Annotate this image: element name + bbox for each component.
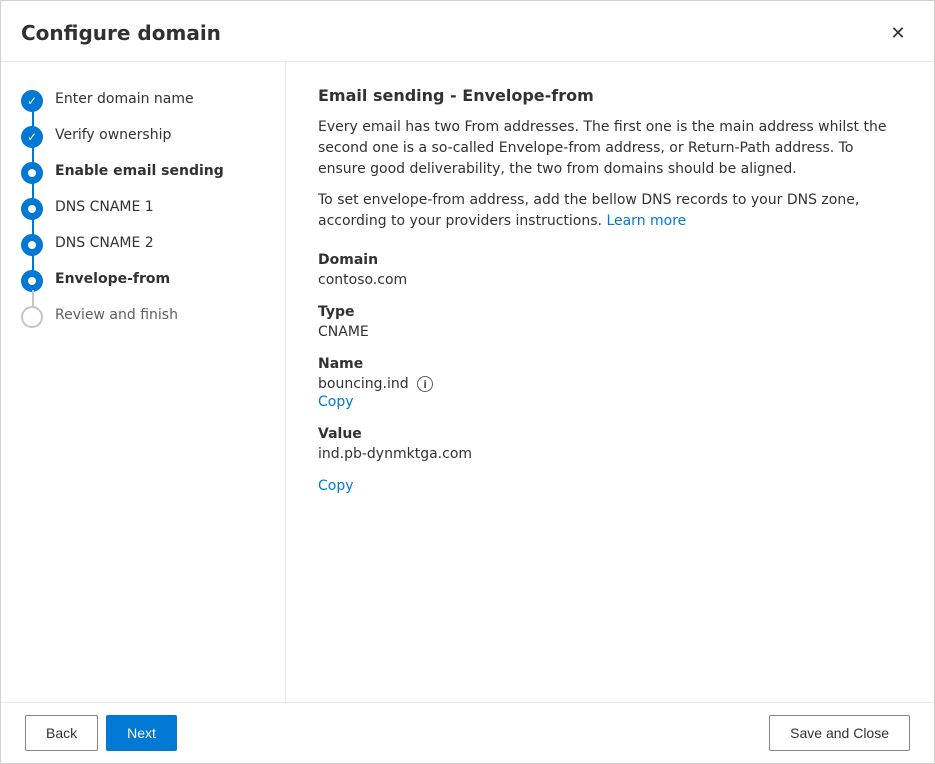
content-description-1: Every email has two From addresses. The … <box>318 117 902 180</box>
dot-icon <box>28 169 36 177</box>
step-indicator-enter-domain: ✓ <box>21 90 43 112</box>
dot-icon-3 <box>28 241 36 249</box>
configure-domain-modal: Configure domain ✕ ✓ Enter domain name ✓ <box>0 0 935 764</box>
modal-header: Configure domain ✕ <box>1 1 934 62</box>
modal-body: ✓ Enter domain name ✓ Verify ownership E… <box>1 62 934 702</box>
sidebar-item-enable-email[interactable]: Enable email sending <box>1 154 285 190</box>
sidebar-item-review-finish[interactable]: Review and finish <box>1 298 285 334</box>
info-section: Domain contoso.com Type CNAME Name bounc… <box>318 252 902 494</box>
value-value: ind.pb-dynmktga.com <box>318 446 902 462</box>
step-label-envelope-from: Envelope-from <box>55 268 170 290</box>
step-label-review-finish: Review and finish <box>55 304 178 326</box>
domain-value: contoso.com <box>318 272 902 288</box>
domain-label: Domain <box>318 252 902 268</box>
value-label: Value <box>318 426 902 442</box>
next-button[interactable]: Next <box>106 715 177 751</box>
sidebar-item-dns-cname-2[interactable]: DNS CNAME 2 <box>1 226 285 262</box>
name-value-container: bouncing.ind i <box>318 376 902 392</box>
close-icon: ✕ <box>890 23 905 44</box>
description-2-text: To set envelope-from address, add the be… <box>318 192 859 229</box>
back-button[interactable]: Back <box>25 715 98 751</box>
step-label-enter-domain: Enter domain name <box>55 88 194 110</box>
copy-value-link[interactable]: Copy <box>318 478 902 494</box>
name-value: bouncing.ind <box>318 376 409 392</box>
sidebar-item-dns-cname-1[interactable]: DNS CNAME 1 <box>1 190 285 226</box>
sidebar-item-verify-ownership[interactable]: ✓ Verify ownership <box>1 118 285 154</box>
step-indicator-envelope-from <box>21 270 43 292</box>
learn-more-link[interactable]: Learn more <box>606 213 686 229</box>
dot-icon-4 <box>28 277 36 285</box>
sidebar-item-enter-domain[interactable]: ✓ Enter domain name <box>1 82 285 118</box>
sidebar-item-envelope-from[interactable]: Envelope-from <box>1 262 285 298</box>
step-indicator-verify-ownership: ✓ <box>21 126 43 148</box>
name-label: Name <box>318 356 902 372</box>
step-label-dns-cname-2: DNS CNAME 2 <box>55 232 154 254</box>
type-value: CNAME <box>318 324 902 340</box>
step-label-verify-ownership: Verify ownership <box>55 124 171 146</box>
step-indicator-dns-cname-2 <box>21 234 43 256</box>
checkmark-icon-2: ✓ <box>27 130 37 144</box>
dot-icon-2 <box>28 205 36 213</box>
content-description-2: To set envelope-from address, add the be… <box>318 190 902 232</box>
copy-name-link[interactable]: Copy <box>318 394 902 410</box>
step-indicator-dns-cname-1 <box>21 198 43 220</box>
footer-left-buttons: Back Next <box>25 715 177 751</box>
content-title: Email sending - Envelope-from <box>318 86 902 105</box>
info-icon[interactable]: i <box>417 376 433 392</box>
type-label: Type <box>318 304 902 320</box>
close-button[interactable]: ✕ <box>882 17 914 49</box>
modal-title: Configure domain <box>21 21 221 45</box>
sidebar: ✓ Enter domain name ✓ Verify ownership E… <box>1 62 286 702</box>
save-close-button[interactable]: Save and Close <box>769 715 910 751</box>
step-label-enable-email: Enable email sending <box>55 160 224 182</box>
content-area: Email sending - Envelope-from Every emai… <box>286 62 934 702</box>
modal-footer: Back Next Save and Close <box>1 702 934 763</box>
step-label-dns-cname-1: DNS CNAME 1 <box>55 196 154 218</box>
checkmark-icon: ✓ <box>27 94 37 108</box>
step-indicator-enable-email <box>21 162 43 184</box>
step-indicator-review-finish <box>21 306 43 328</box>
